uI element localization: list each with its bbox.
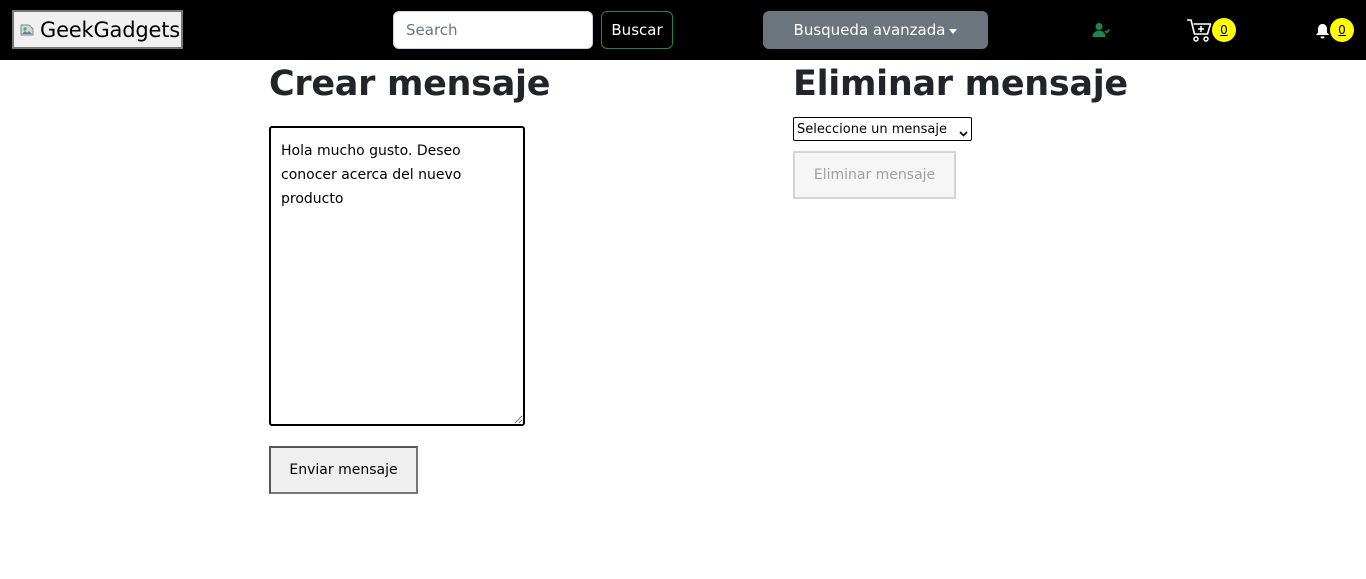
top-navbar: GeekGadgets Buscar Busqueda avanzada 0 0 bbox=[0, 0, 1366, 60]
search-button-label: Buscar bbox=[611, 21, 663, 39]
send-message-button[interactable]: Enviar mensaje bbox=[269, 446, 418, 494]
delete-message-label: Eliminar mensaje bbox=[813, 167, 936, 183]
brand-name: GeekGadgets bbox=[40, 17, 180, 42]
bell-icon[interactable] bbox=[1315, 23, 1330, 39]
advanced-search-label: Busqueda avanzada bbox=[793, 21, 946, 39]
send-message-label: Enviar mensaje bbox=[289, 462, 398, 478]
search-input[interactable] bbox=[393, 11, 593, 49]
notification-count-badge: 0 bbox=[1330, 18, 1354, 42]
advanced-search-dropdown[interactable]: Busqueda avanzada bbox=[763, 11, 988, 49]
delete-message-button[interactable]: Eliminar mensaje bbox=[793, 151, 956, 199]
message-textarea[interactable]: Hola mucho gusto. Deseo conocer acerca d… bbox=[269, 126, 525, 426]
delete-message-heading: Eliminar mensaje bbox=[793, 64, 1128, 104]
message-select[interactable]: Seleccione un mensaje bbox=[793, 117, 972, 141]
create-message-heading: Crear mensaje bbox=[269, 64, 551, 104]
search-button[interactable]: Buscar bbox=[601, 11, 673, 49]
chevron-down-icon bbox=[959, 126, 968, 137]
broken-image-icon bbox=[17, 20, 37, 40]
cart-icon[interactable] bbox=[1186, 18, 1214, 44]
cart-count-badge: 0 bbox=[1212, 18, 1236, 42]
user-icon[interactable] bbox=[1092, 22, 1111, 38]
message-select-value: Seleccione un mensaje bbox=[797, 121, 947, 137]
brand-logo-link[interactable]: GeekGadgets bbox=[12, 10, 183, 49]
caret-down-icon bbox=[949, 28, 958, 34]
